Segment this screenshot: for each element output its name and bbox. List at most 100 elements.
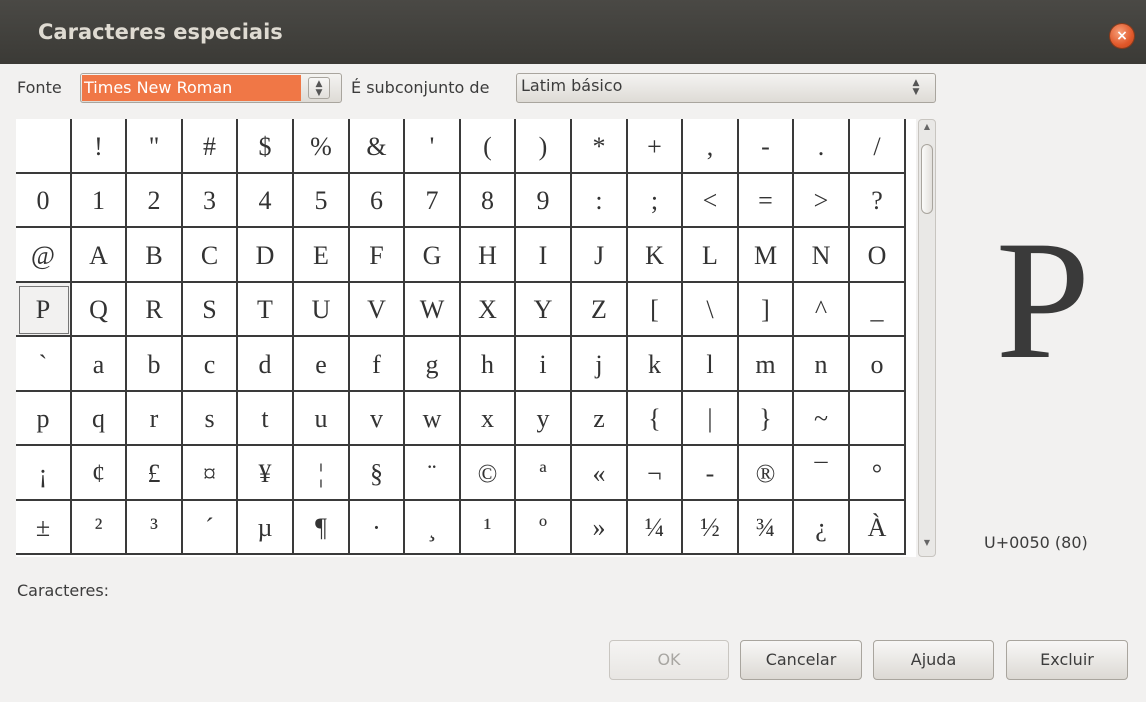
char-cell[interactable]: ) (516, 119, 572, 174)
char-cell[interactable]: $ (238, 119, 294, 174)
char-cell[interactable]: U (294, 283, 350, 337)
char-cell[interactable]: E (294, 228, 350, 283)
char-cell[interactable]: b (127, 337, 183, 392)
char-cell[interactable]: & (350, 119, 405, 174)
char-cell[interactable]: 2 (127, 174, 183, 228)
char-cell[interactable]: ¸ (405, 501, 461, 555)
char-cell[interactable]: ¿ (794, 501, 850, 555)
char-cell[interactable]: ; (628, 174, 683, 228)
char-cell[interactable]: Z (572, 283, 628, 337)
help-button[interactable]: Ajuda (873, 640, 994, 680)
char-cell[interactable]: 9 (516, 174, 572, 228)
char-cell[interactable]: f (350, 337, 405, 392)
char-cell[interactable]: M (739, 228, 794, 283)
title-bar[interactable]: Caracteres especiais × (0, 0, 1146, 64)
char-cell[interactable]: J (572, 228, 628, 283)
scroll-down-icon[interactable]: ▼ (919, 538, 935, 547)
char-cell[interactable]: , (683, 119, 739, 174)
char-cell[interactable]: S (183, 283, 238, 337)
char-cell[interactable]: X (461, 283, 516, 337)
char-cell[interactable]: ¦ (294, 446, 350, 501)
char-cell[interactable]: x (461, 392, 516, 446)
char-cell[interactable]: R (127, 283, 183, 337)
character-grid[interactable]: ! " # $% & '() * +, -./0 1 2 3 4 5 6 7 8 9:; < = >? @ A B C D E F G H… (16, 119, 916, 557)
char-cell[interactable]: p (16, 392, 72, 446)
char-cell[interactable]: F (350, 228, 405, 283)
char-cell[interactable]: ¢ (72, 446, 127, 501)
char-cell[interactable]: ' (405, 119, 461, 174)
subset-select[interactable]: Latim básico ▲ ▼ (516, 73, 936, 103)
char-cell[interactable]: ² (72, 501, 127, 555)
char-cell[interactable]: - (683, 446, 739, 501)
delete-button[interactable]: Excluir (1006, 640, 1128, 680)
char-cell[interactable]: # (183, 119, 238, 174)
char-cell[interactable]: ª (516, 446, 572, 501)
char-cell[interactable]: 5 (294, 174, 350, 228)
char-cell[interactable]: ¹ (461, 501, 516, 555)
char-cell[interactable]: - (739, 119, 794, 174)
char-cell[interactable]: c (183, 337, 238, 392)
char-cell[interactable]: B (127, 228, 183, 283)
subset-select-arrows-icon[interactable]: ▲ ▼ (905, 77, 927, 99)
char-cell[interactable]: £ (127, 446, 183, 501)
char-cell[interactable]: i (516, 337, 572, 392)
char-cell[interactable]: a (72, 337, 127, 392)
font-select-arrows-icon[interactable]: ▲ ▼ (308, 77, 330, 99)
char-cell[interactable]: g (405, 337, 461, 392)
char-cell[interactable]: ¬ (628, 446, 683, 501)
char-cell[interactable]: q (72, 392, 127, 446)
char-cell[interactable]: ¯ (794, 446, 850, 501)
char-cell[interactable]: T (238, 283, 294, 337)
char-cell[interactable]: 0 (16, 174, 72, 228)
char-cell[interactable]: 7 (405, 174, 461, 228)
char-cell[interactable]: ° (850, 446, 906, 501)
char-cell[interactable]: ~ (794, 392, 850, 446)
char-cell[interactable]: ^ (794, 283, 850, 337)
char-cell[interactable]: « (572, 446, 628, 501)
scroll-up-icon[interactable]: ▲ (919, 122, 935, 131)
char-cell[interactable]: < (683, 174, 739, 228)
char-cell[interactable]: [ (628, 283, 683, 337)
char-cell[interactable]: ¨ (405, 446, 461, 501)
char-cell[interactable]: ½ (683, 501, 739, 555)
char-cell[interactable]: = (739, 174, 794, 228)
char-cell[interactable]: . (794, 119, 850, 174)
char-cell[interactable]: H (461, 228, 516, 283)
char-cell[interactable]: V (350, 283, 405, 337)
char-cell[interactable]: K (628, 228, 683, 283)
char-cell[interactable]: e (294, 337, 350, 392)
char-cell[interactable]: z (572, 392, 628, 446)
char-cell[interactable]: j (572, 337, 628, 392)
char-cell[interactable]: @ (16, 228, 72, 283)
grid-scrollbar[interactable]: ▲ ▼ (918, 119, 936, 557)
char-cell[interactable]: { (628, 392, 683, 446)
char-cell[interactable]: w (405, 392, 461, 446)
char-cell[interactable]: ® (739, 446, 794, 501)
char-cell[interactable]: À (850, 501, 906, 555)
char-cell[interactable]: t (238, 392, 294, 446)
char-cell[interactable]: © (461, 446, 516, 501)
char-cell[interactable]: ¥ (238, 446, 294, 501)
char-cell[interactable]: ] (739, 283, 794, 337)
char-cell[interactable]: » (572, 501, 628, 555)
char-cell[interactable]: _ (850, 283, 906, 337)
char-cell[interactable]: | (683, 392, 739, 446)
char-cell[interactable]: P (16, 283, 72, 337)
char-cell[interactable]: + (628, 119, 683, 174)
char-cell[interactable] (850, 392, 906, 446)
char-cell[interactable]: L (683, 228, 739, 283)
char-cell[interactable]: % (294, 119, 350, 174)
char-cell[interactable]: 4 (238, 174, 294, 228)
font-select[interactable]: Times New Roman ▲ ▼ (80, 73, 342, 103)
char-cell[interactable]: I (516, 228, 572, 283)
char-cell[interactable]: ¼ (628, 501, 683, 555)
close-button[interactable]: × (1110, 24, 1134, 48)
cancel-button[interactable]: Cancelar (740, 640, 862, 680)
char-cell[interactable] (16, 119, 72, 174)
char-cell[interactable]: ± (16, 501, 72, 555)
char-cell[interactable]: W (405, 283, 461, 337)
char-cell[interactable]: · (350, 501, 405, 555)
char-cell[interactable]: Q (72, 283, 127, 337)
char-cell[interactable]: \ (683, 283, 739, 337)
char-cell[interactable]: O (850, 228, 906, 283)
